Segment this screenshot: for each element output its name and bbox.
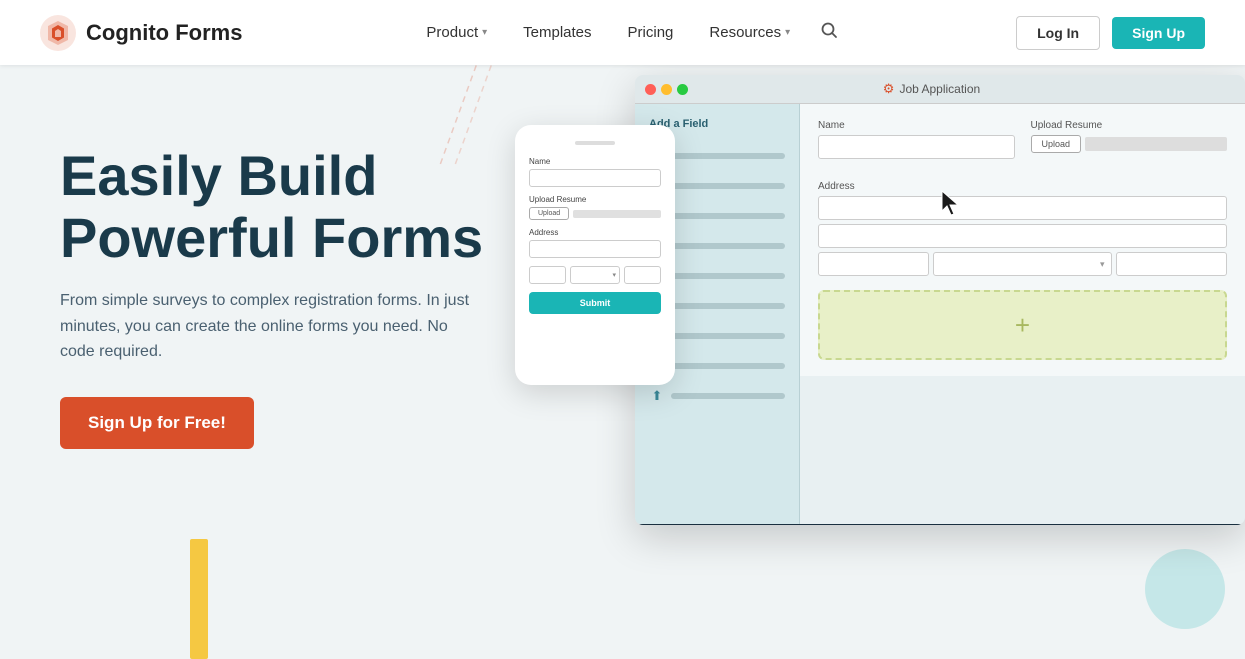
- field-line-7: [671, 333, 785, 339]
- signup-button[interactable]: Sign Up: [1112, 17, 1205, 49]
- phone-submit-btn[interactable]: Submit: [529, 292, 661, 314]
- phone-address-label: Address: [529, 228, 661, 237]
- resources-chevron-icon: ▾: [785, 27, 790, 38]
- nav-product[interactable]: Product ▾: [412, 16, 501, 49]
- phone-upload-row: Upload: [529, 207, 661, 220]
- phone-zip-input: [624, 266, 661, 284]
- canvas-upload-row: Upload: [1031, 135, 1228, 153]
- canvas-top-row: Name Upload Resume Upload: [818, 120, 1227, 167]
- phone-upload-bar: [573, 210, 661, 218]
- teal-circle-deco: [1145, 549, 1225, 629]
- nav-actions: Log In Sign Up: [1016, 16, 1205, 50]
- select-chevron-icon: ▾: [1100, 259, 1105, 270]
- logo[interactable]: Cognito Forms: [40, 15, 242, 51]
- phone-address-row: ▾: [529, 266, 661, 284]
- field-line-8: [671, 363, 785, 369]
- canvas-name-input[interactable]: [818, 135, 1015, 159]
- search-button[interactable]: [812, 13, 846, 52]
- canvas-add-field-btn[interactable]: +: [818, 290, 1227, 360]
- canvas-upload-progress: [1085, 137, 1227, 151]
- field-line-5: [671, 273, 785, 279]
- login-button[interactable]: Log In: [1016, 16, 1100, 50]
- close-dot: [645, 84, 656, 95]
- logo-text: Cognito Forms: [86, 20, 242, 46]
- field-item-upload[interactable]: ⬆: [643, 382, 791, 410]
- nav-templates[interactable]: Templates: [509, 16, 605, 49]
- canvas-upload-btn[interactable]: Upload: [1031, 135, 1082, 153]
- hero-subtitle: From simple surveys to complex registrat…: [60, 288, 480, 365]
- field-line-4: [671, 243, 785, 249]
- desktop-body: Add a Field A ☰ 📅 🏷: [635, 104, 1245, 524]
- nav-links: Product ▾ Templates Pricing Resources ▾: [412, 13, 846, 52]
- phone-upload-label: Upload Resume: [529, 195, 661, 204]
- titlebar-title: ⚙ Job Application: [883, 81, 980, 97]
- field-line-2: [671, 183, 785, 189]
- logo-icon: [40, 15, 76, 51]
- canvas-zip-input[interactable]: [1116, 252, 1227, 276]
- desktop-bottombar: Preview Save: [635, 524, 1245, 525]
- canvas-address-input2[interactable]: [818, 224, 1227, 248]
- product-chevron-icon: ▾: [482, 27, 487, 38]
- canvas-name-label: Name: [818, 120, 1015, 131]
- hero-text: Easily Build Powerful Forms From simple …: [60, 125, 540, 449]
- canvas-address-group: Address ▾: [818, 181, 1227, 276]
- phone-name-label: Name: [529, 157, 661, 166]
- desktop-mock: ⚙ Job Application Add a Field A ☰: [635, 75, 1245, 525]
- form-canvas: Name Upload Resume Upload: [800, 104, 1245, 376]
- canvas-state-select[interactable]: ▾: [933, 252, 1111, 276]
- phone-address-input1: [529, 240, 661, 258]
- phone-name-input: [529, 169, 661, 187]
- canvas-upload-label: Upload Resume: [1031, 120, 1228, 131]
- gear-icon: ⚙: [883, 81, 895, 97]
- cta-button[interactable]: Sign Up for Free!: [60, 397, 254, 449]
- titlebar-controls: [645, 84, 688, 95]
- phone-upload-btn[interactable]: Upload: [529, 207, 569, 220]
- field-line-1: [671, 153, 785, 159]
- canvas-address-label: Address: [818, 181, 1227, 192]
- minimize-dot: [661, 84, 672, 95]
- phone-city-input: [529, 266, 566, 284]
- upload-field-icon: ⬆: [649, 388, 665, 404]
- canvas-city-input[interactable]: [818, 252, 929, 276]
- navbar: Cognito Forms Product ▾ Templates Pricin…: [0, 0, 1245, 65]
- yellow-bar-deco: [190, 539, 208, 659]
- canvas-address-bottom-row: ▾: [818, 252, 1227, 276]
- maximize-dot: [677, 84, 688, 95]
- phone-top-bar: [575, 141, 615, 145]
- hero-title: Easily Build Powerful Forms: [60, 145, 540, 268]
- field-line-9: [671, 393, 785, 399]
- canvas-name-field: Name: [818, 120, 1015, 167]
- nav-resources[interactable]: Resources ▾: [695, 16, 804, 49]
- canvas-upload-field: Upload Resume Upload: [1031, 120, 1228, 167]
- hero-section: Easily Build Powerful Forms From simple …: [0, 65, 1245, 659]
- canvas-address-input1[interactable]: [818, 196, 1227, 220]
- field-line-3: [671, 213, 785, 219]
- nav-pricing[interactable]: Pricing: [614, 16, 688, 49]
- phone-state-select[interactable]: ▾: [570, 266, 620, 284]
- titlebar: ⚙ Job Application: [635, 75, 1245, 104]
- phone-mock: Name Upload Resume Upload Address ▾ Subm…: [515, 125, 675, 385]
- field-line-6: [671, 303, 785, 309]
- form-preview-container: Name Upload Resume Upload Address ▾ Subm…: [515, 65, 1245, 659]
